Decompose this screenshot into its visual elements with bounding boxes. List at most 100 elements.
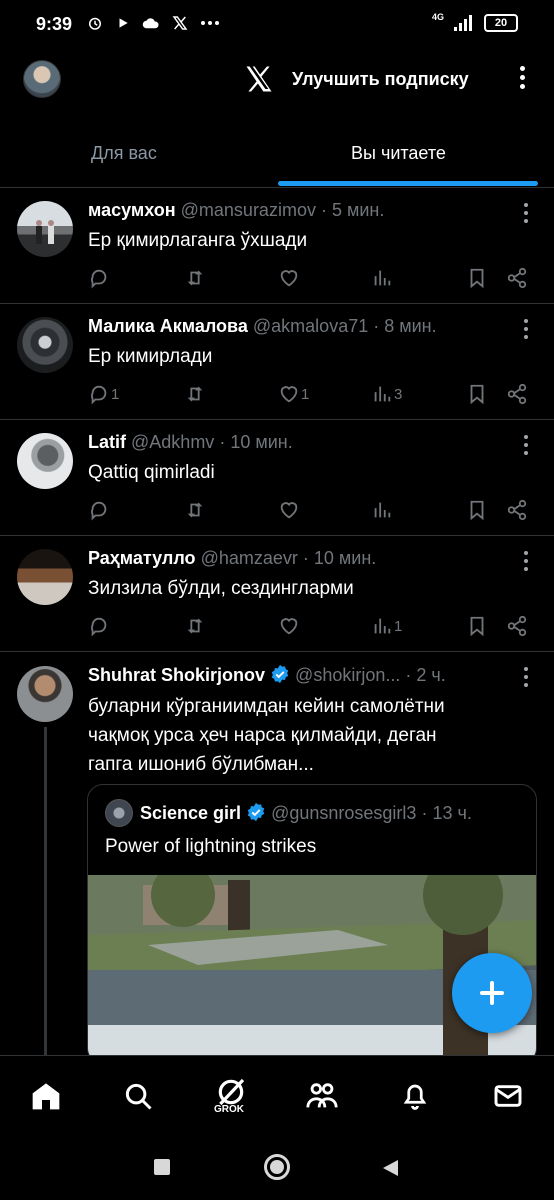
x-logo-icon: [246, 66, 272, 92]
quote-author-name[interactable]: Science girl: [140, 803, 241, 823]
bookmark-button[interactable]: [466, 498, 488, 522]
like-button[interactable]: 1: [278, 382, 309, 406]
views-count: 1: [394, 617, 403, 635]
repost-button[interactable]: [184, 382, 207, 406]
views-button[interactable]: 1: [371, 614, 402, 638]
system-navigation-bar: [0, 1138, 554, 1200]
like-button[interactable]: [278, 498, 301, 522]
more-vert-icon[interactable]: [517, 66, 527, 94]
reply-icon: [91, 501, 107, 521]
repost-icon: [187, 386, 203, 402]
author-name[interactable]: Раҳматулло: [88, 548, 196, 568]
avatar[interactable]: [17, 549, 73, 605]
tweet-actions: 1 1 3: [88, 382, 528, 406]
repost-button[interactable]: [184, 614, 207, 638]
like-count: 1: [301, 385, 310, 403]
tab-following[interactable]: Вы читаете: [351, 143, 446, 164]
author-handle[interactable]: @hamzaevr: [201, 548, 298, 568]
repost-button[interactable]: [184, 498, 207, 522]
views-button[interactable]: [371, 498, 394, 522]
alarm-icon: [89, 17, 101, 30]
tweet-text-line: гапга ишониб бўлибман...: [88, 754, 314, 775]
network-type: 4G: [431, 12, 444, 22]
messages-icon[interactable]: [488, 1076, 528, 1116]
share-icon: [507, 615, 527, 637]
tweet-more-icon[interactable]: [522, 435, 530, 459]
quote-header: Science girl @gunsnrosesgirl3 · 13 ч.: [140, 802, 472, 824]
tweet-text: Зилзила бўлди, сездингларми: [88, 578, 354, 599]
share-button[interactable]: [506, 382, 528, 406]
home-system-icon[interactable]: [264, 1154, 290, 1180]
reply-button[interactable]: 1: [88, 382, 119, 406]
like-button[interactable]: [278, 614, 301, 638]
bookmark-icon: [470, 384, 484, 405]
avatar[interactable]: [17, 433, 73, 489]
tweet-header: Малика Акмалова @akmalova71 · 8 мин.: [88, 316, 437, 337]
more-horiz-icon: [201, 21, 219, 25]
tab-for-you[interactable]: Для вас: [91, 143, 157, 164]
tweet-time: · 8 мин.: [373, 316, 437, 336]
author-name[interactable]: масумхон: [88, 200, 176, 220]
avatar[interactable]: [17, 666, 73, 722]
tweet-header: масумхон @mansurazimov · 5 мин.: [88, 200, 384, 221]
heart-icon: [280, 502, 298, 519]
tweet-more-icon[interactable]: [522, 551, 530, 575]
status-notification-icons: [86, 14, 220, 32]
tweet-more-icon[interactable]: [522, 667, 530, 691]
author-name[interactable]: Малика Акмалова: [88, 316, 248, 336]
repost-icon: [187, 502, 203, 518]
tweet-text: Ер кимирлади: [88, 346, 213, 367]
tweet-text-line: буларни кўрганиимдан кейин самолётни: [88, 696, 445, 717]
bookmark-button[interactable]: [466, 266, 488, 290]
views-icon: [374, 502, 391, 518]
author-handle[interactable]: @shokirjon...: [295, 665, 400, 685]
tweet[interactable]: Раҳматулло @hamzaevr · 10 мин. Зилзила б…: [0, 536, 554, 652]
home-icon[interactable]: [26, 1076, 66, 1116]
heart-icon: [280, 618, 298, 635]
search-icon[interactable]: [118, 1076, 158, 1116]
share-button[interactable]: [506, 266, 528, 290]
active-tab-indicator: [278, 181, 538, 186]
tweet-header: Latif @Adkhmv · 10 мин.: [88, 432, 293, 453]
heart-icon: [280, 386, 298, 403]
share-icon: [507, 267, 527, 289]
avatar[interactable]: [17, 201, 73, 257]
quote-avatar[interactable]: [105, 799, 133, 827]
x-logo-small-icon: [172, 16, 188, 30]
author-name[interactable]: Latif: [88, 432, 126, 452]
share-button[interactable]: [506, 498, 528, 522]
views-icon: [374, 618, 391, 634]
heart-icon: [280, 270, 298, 287]
reply-button[interactable]: [88, 498, 111, 522]
reply-button[interactable]: [88, 614, 111, 638]
tweet[interactable]: Малика Акмалова @akmalova71 · 8 мин. Ер …: [0, 304, 554, 420]
profile-avatar[interactable]: [23, 60, 61, 98]
tweet-text: Qattiq qimirladi: [88, 462, 215, 483]
recent-apps-icon[interactable]: [154, 1159, 170, 1175]
reply-count: 1: [111, 385, 120, 403]
tweet-more-icon[interactable]: [522, 319, 530, 343]
repost-button[interactable]: [184, 266, 207, 290]
bookmark-button[interactable]: [466, 614, 488, 638]
notifications-icon[interactable]: [395, 1076, 435, 1116]
views-button[interactable]: 3: [371, 382, 402, 406]
upgrade-subscription-button[interactable]: Улучшить подписку: [292, 69, 469, 90]
reply-button[interactable]: [88, 266, 111, 290]
tweet-more-icon[interactable]: [522, 203, 530, 227]
tweet[interactable]: Latif @Adkhmv · 10 мин. Qattiq qimirladi: [0, 420, 554, 536]
back-icon[interactable]: [380, 1158, 400, 1178]
quote-author-handle[interactable]: @gunsnrosesgirl3: [271, 803, 416, 823]
compose-button[interactable]: [452, 953, 532, 1033]
reply-icon: [91, 269, 107, 289]
author-handle[interactable]: @mansurazimov: [181, 200, 316, 220]
share-button[interactable]: [506, 614, 528, 638]
communities-icon[interactable]: [302, 1076, 342, 1116]
author-name[interactable]: Shuhrat Shokirjonov: [88, 665, 265, 685]
author-handle[interactable]: @Adkhmv: [131, 432, 214, 452]
like-button[interactable]: [278, 266, 301, 290]
views-button[interactable]: [371, 266, 394, 290]
bookmark-button[interactable]: [466, 382, 488, 406]
tweet[interactable]: масумхон @mansurazimov · 5 мин. Ер қимир…: [0, 188, 554, 304]
author-handle[interactable]: @akmalova71: [253, 316, 368, 336]
avatar[interactable]: [17, 317, 73, 373]
